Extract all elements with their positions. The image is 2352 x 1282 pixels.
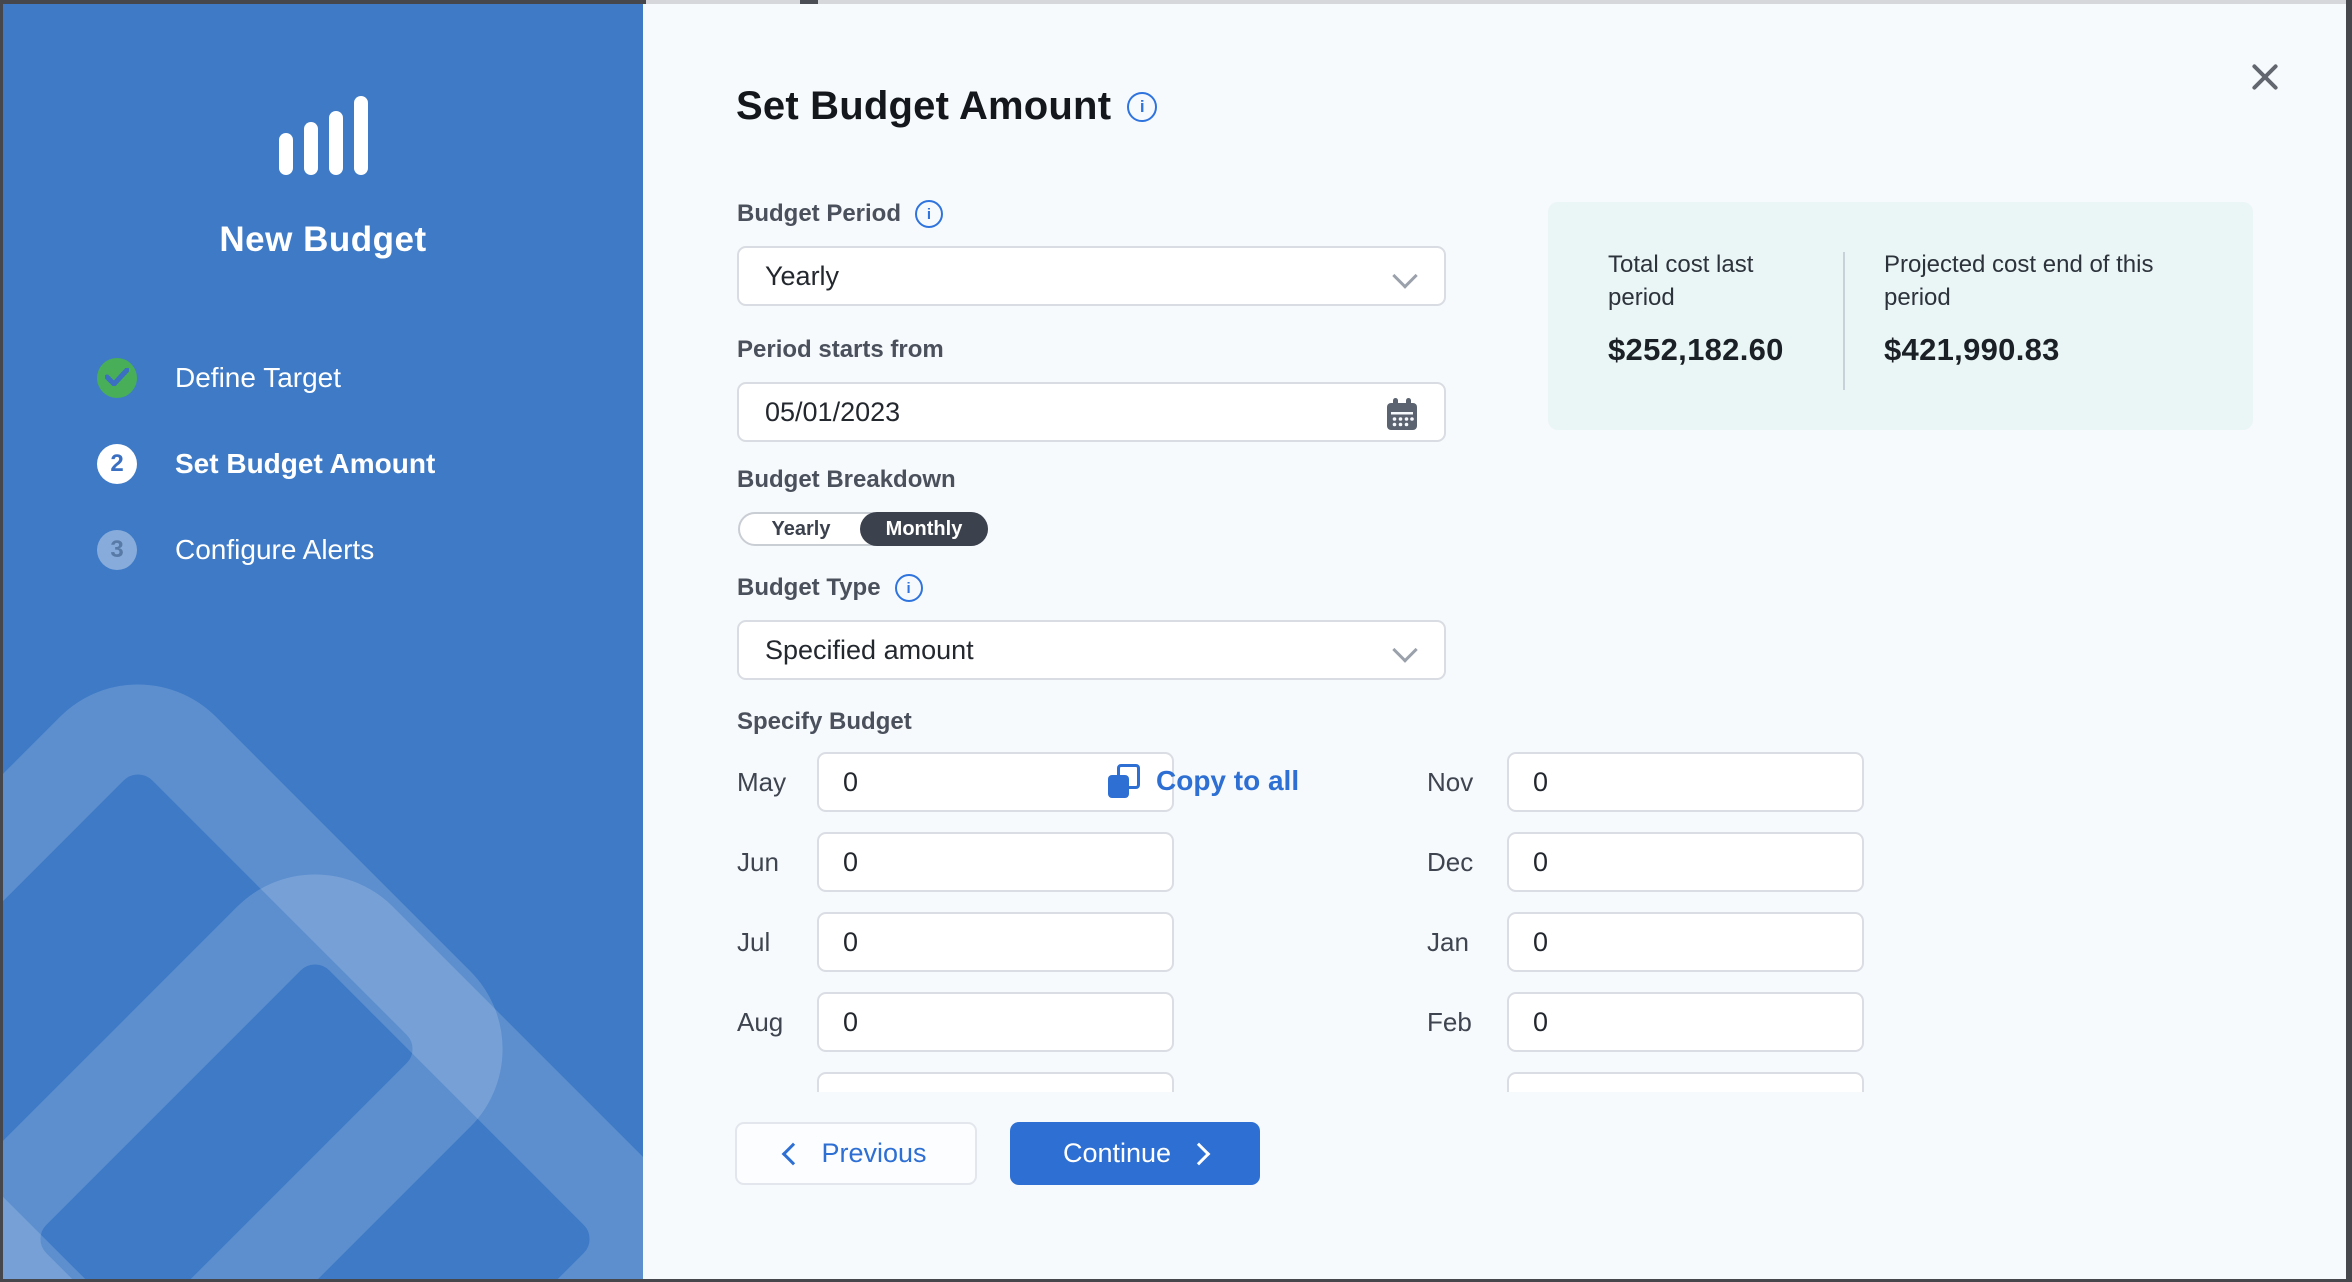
new-budget-modal: New Budget 1 Define Target <box>3 4 2346 1279</box>
modal-content: Set Budget Amount i Total cost last peri… <box>643 4 2346 1279</box>
calendar-icon[interactable] <box>1384 396 1420 432</box>
step-status-icon: 2 <box>97 444 137 484</box>
projected-cost-end-period: Projected cost end of this period $421,9… <box>1884 248 2204 368</box>
step-label: Set Budget Amount <box>175 448 435 480</box>
bar-chart-logo-icon <box>3 4 643 175</box>
month-budget-input[interactable] <box>1507 912 1864 972</box>
info-icon[interactable]: i <box>1127 92 1157 122</box>
step-status-icon: 1 <box>97 358 137 398</box>
month-budget-input[interactable] <box>1507 832 1864 892</box>
summary-value: $421,990.83 <box>1884 332 2204 368</box>
month-budget-input[interactable] <box>1507 752 1864 812</box>
month-label: Mar <box>1427 1087 1507 1093</box>
step-label: Configure Alerts <box>175 534 374 566</box>
month-budget-row: Sep <box>737 1072 1187 1092</box>
close-icon[interactable] <box>2246 58 2284 96</box>
month-label: Aug <box>737 1007 817 1038</box>
budget-type-select[interactable]: Specified amount <box>737 620 1446 680</box>
month-label: Jun <box>737 847 817 878</box>
summary-value: $252,182.60 <box>1608 332 1820 368</box>
month-budget-input[interactable] <box>1507 992 1864 1052</box>
summary-label: Total cost last period <box>1608 248 1820 314</box>
chevron-left-icon <box>782 1142 805 1165</box>
screen: New Budget 1 Define Target <box>0 0 2352 1282</box>
chevron-down-icon <box>1392 263 1417 288</box>
summary-label: Projected cost end of this period <box>1884 248 2204 314</box>
page-title: Set Budget Amount <box>736 84 1111 129</box>
month-budget-row: Feb <box>1427 992 1877 1052</box>
monthly-budget-grid: May Jun Jul <box>737 752 1977 1092</box>
month-budget-row: Jun <box>737 832 1187 892</box>
month-label: Nov <box>1427 767 1507 798</box>
budget-breakdown-label: Budget Breakdown <box>737 466 956 494</box>
step-label: Define Target <box>175 362 341 394</box>
wizard-step[interactable]: 3 Configure Alerts <box>97 530 435 570</box>
wizard-title: New Budget <box>3 220 643 260</box>
month-label: Dec <box>1427 847 1507 878</box>
month-budget-input[interactable] <box>1507 1072 1864 1092</box>
specify-budget-label: Specify Budget <box>737 708 912 736</box>
budget-type-label: Budget Type i <box>737 574 923 602</box>
copy-to-all-button[interactable]: Copy to all <box>1108 764 1299 798</box>
budget-period-select[interactable]: Yearly <box>737 246 1446 306</box>
month-budget-input[interactable] <box>817 912 1174 972</box>
period-start-date-input[interactable]: 05/01/2023 <box>737 382 1446 442</box>
month-budget-input[interactable] <box>817 832 1174 892</box>
wizard-step[interactable]: 1 Define Target <box>97 358 435 398</box>
step-status-icon: 3 <box>97 530 137 570</box>
copy-icon <box>1108 764 1140 798</box>
page-title-row: Set Budget Amount i <box>736 84 1157 129</box>
chevron-right-icon <box>1188 1142 1211 1165</box>
wizard-step[interactable]: 2 Set Budget Amount <box>97 444 435 484</box>
check-icon <box>105 368 129 386</box>
month-column-right: Nov Dec Jan <box>1427 752 1877 1092</box>
info-icon[interactable]: i <box>895 574 923 602</box>
month-label: Jan <box>1427 927 1507 958</box>
cost-summary-panel: Total cost last period $252,182.60 Proje… <box>1548 202 2253 430</box>
month-budget-row: Nov <box>1427 752 1877 812</box>
month-budget-row: Dec <box>1427 832 1877 892</box>
month-label: Jul <box>737 927 817 958</box>
month-label: Feb <box>1427 1007 1507 1038</box>
budget-breakdown-toggle: Yearly Monthly <box>738 512 988 546</box>
total-cost-last-period: Total cost last period $252,182.60 <box>1608 248 1820 368</box>
wizard-steps: 1 Define Target 2 Set Budget Amount <box>97 358 435 616</box>
month-budget-row: Jan <box>1427 912 1877 972</box>
summary-divider <box>1843 252 1845 390</box>
month-column-left: May Jun Jul <box>737 752 1187 1092</box>
month-budget-row: Mar <box>1427 1072 1877 1092</box>
month-label: May <box>737 767 817 798</box>
continue-button[interactable]: Continue <box>1010 1122 1260 1185</box>
toggle-option-yearly[interactable]: Yearly <box>740 514 862 544</box>
previous-button[interactable]: Previous <box>735 1122 977 1185</box>
month-budget-input[interactable] <box>817 992 1174 1052</box>
toggle-option-monthly[interactable]: Monthly <box>860 512 988 546</box>
chevron-down-icon <box>1392 637 1417 662</box>
month-budget-input[interactable] <box>817 1072 1174 1092</box>
month-budget-row: Jul <box>737 912 1187 972</box>
info-icon[interactable]: i <box>915 200 943 228</box>
month-budget-row: Aug <box>737 992 1187 1052</box>
wizard-sidebar: New Budget 1 Define Target <box>3 4 643 1279</box>
budget-period-label: Budget Period i <box>737 200 943 228</box>
period-starts-from-label: Period starts from <box>737 336 944 364</box>
month-label: Sep <box>737 1087 817 1093</box>
